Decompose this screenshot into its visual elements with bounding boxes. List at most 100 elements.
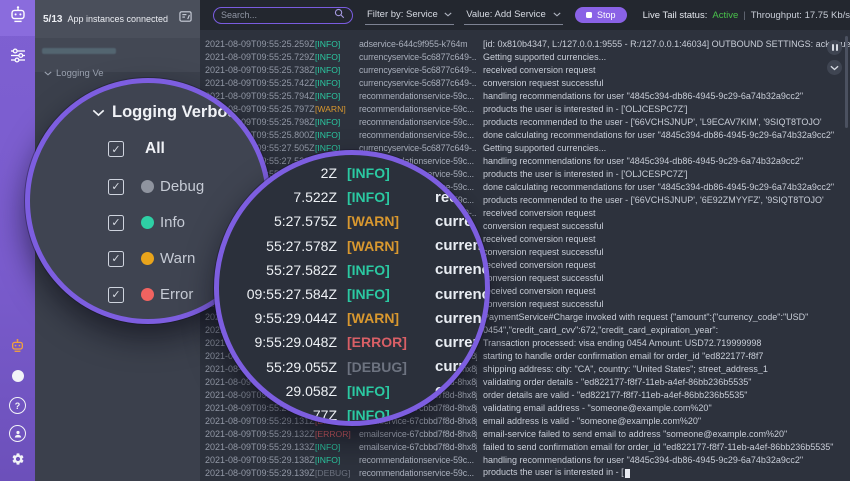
log-message: products the user is interested in - ['O… [477, 104, 850, 114]
magnified-level: [INFO] [337, 189, 435, 205]
checkbox[interactable]: ✓ [108, 141, 124, 157]
scroll-to-bottom-button[interactable] [827, 60, 842, 75]
log-message: conversion request successful [477, 273, 850, 283]
level-dot-icon [141, 180, 154, 193]
magnified-service: currencys [435, 213, 490, 230]
magnified-log-row: 55:27.582Z[INFO]currencyserv [219, 258, 490, 282]
sidebar-item-filters[interactable] [0, 48, 35, 68]
log-service: recommendationservice-59c... [359, 104, 477, 114]
stop-button[interactable]: Stop [575, 7, 627, 23]
log-row: 2021-08-09T09:55:27.505Z[INFO]currencyse… [200, 141, 850, 154]
magnified-level: [WARN] [337, 310, 435, 326]
log-row: 2021-08-09T09:55:25.794Z[INFO]recommenda… [200, 89, 850, 102]
level-dot-icon [141, 216, 154, 229]
log-row: 2021-08-09T09:55:25.729Z[INFO]currencyse… [200, 50, 850, 63]
magnified-level: [INFO] [337, 407, 435, 423]
log-level: [INFO] [315, 39, 359, 49]
magnified-log-row: 09:55:27.584Z[INFO]currencyserv [219, 282, 490, 306]
sidebar-item-account[interactable] [0, 425, 35, 442]
search-box [213, 7, 353, 24]
log-message: received conversion request [477, 65, 850, 75]
log-message: validating email address - "someone@exam… [477, 403, 850, 413]
log-row: 2021-08-09T09:55:25.738Z[INFO]currencyse… [200, 63, 850, 76]
chevron-down-icon [92, 109, 105, 117]
app-sidebar: ? [0, 0, 35, 481]
magnified-timestamp: 55:29.055Z [219, 359, 337, 375]
log-magnifier-circle: 2Z[INFO]7.522Z[INFO]recom5:27.575Z[WARN]… [214, 150, 490, 426]
log-message: done calculating recommendations for use… [477, 182, 850, 192]
magnified-timestamp: 9:55:29.044Z [219, 310, 337, 326]
chevron-down-icon [830, 65, 839, 71]
log-service: adservice-644c9f955-k764m [359, 39, 477, 49]
log-message: PaymentService#Charge invoked with reque… [477, 312, 850, 322]
magnified-level: [INFO] [337, 286, 435, 302]
log-service: currencyservice-5c6877c649-... [359, 78, 477, 88]
log-service: recommendationservice-59c... [359, 130, 477, 140]
log-message: failed to send confirmation email for or… [477, 442, 850, 452]
filter-by-label: Filter by: Service [367, 9, 438, 20]
log-row: 2021-08-09T09:55:25.259Z[INFO]adservice-… [200, 37, 850, 50]
log-timestamp: 2021-08-09T09:55:25.729Z [205, 52, 315, 62]
verbosity-item-info: ✓Info [108, 214, 185, 231]
pause-icon [832, 44, 838, 51]
magnified-service: currencyserv [435, 261, 490, 278]
live-tail-label: Live Tail status: [643, 10, 708, 21]
log-service: currencyservice-5c6877c649-... [359, 65, 477, 75]
log-timestamp: 2021-08-09T09:55:29.139Z [205, 468, 315, 478]
board-edit-icon[interactable] [179, 10, 192, 28]
level-dot-icon [141, 252, 154, 265]
live-tail-log-viewer: ? 5/13 App instances connected [0, 0, 850, 481]
magnified-service: currencyse [435, 237, 490, 254]
log-level: [INFO] [315, 78, 359, 88]
sidebar-item-status[interactable] [0, 370, 35, 382]
log-timestamp: 2021-08-09T09:55:25.742Z [205, 78, 315, 88]
search-input[interactable] [221, 10, 334, 20]
log-message: done calculating recommendations for use… [477, 130, 850, 140]
gear-icon [11, 452, 25, 471]
throughput-value: Throughput: 17.75 Kb/s [751, 10, 850, 21]
magnified-service: pa [435, 407, 490, 424]
magnified-log-row: 9:55:29.044Z[WARN]currencyser [219, 306, 490, 330]
magnified-timestamp: 5:27.575Z [219, 213, 337, 229]
magnified-level: [DEBUG] [337, 359, 435, 375]
robot-logo-icon [8, 5, 28, 31]
magnified-timestamp: 55:27.582Z [219, 262, 337, 278]
checkbox[interactable]: ✓ [108, 287, 124, 303]
instances-label: App instances connected [67, 14, 179, 24]
level-dot-icon [141, 288, 154, 301]
log-message: products recommended to the user - ['66V… [477, 117, 850, 127]
log-message: conversion request successful [477, 221, 850, 231]
log-message: conversion request successful [477, 299, 850, 309]
sidebar-item-help[interactable]: ? [0, 397, 35, 414]
log-level: [INFO] [315, 130, 359, 140]
verbosity-item-label: Debug [160, 178, 204, 195]
log-message: Getting supported currencies... [477, 52, 850, 62]
scrollbar-thumb[interactable] [845, 36, 848, 128]
sidebar-item-settings[interactable] [0, 452, 35, 471]
logging-verbosity-section-toggle[interactable]: Logging Ve [44, 68, 104, 79]
checkbox[interactable]: ✓ [108, 251, 124, 267]
log-message: order details are valid - "ed822177-f8f7… [477, 390, 850, 400]
magnified-timestamp: 55:27.578Z [219, 238, 337, 254]
magnified-level: [WARN] [337, 213, 435, 229]
sidebar-item-logs[interactable] [0, 0, 35, 36]
magnified-log-row: 7.522Z[INFO]recom [219, 185, 490, 209]
filter-by-dropdown[interactable]: Filter by: Service [365, 6, 454, 25]
magnified-service: currencys [435, 358, 490, 375]
checkbox[interactable]: ✓ [108, 179, 124, 195]
magnified-level: [INFO] [337, 383, 435, 399]
value-dropdown[interactable]: Value: Add Service [464, 6, 563, 25]
sidebar-item-bot[interactable] [0, 338, 35, 360]
magnified-log-row: 5:27.575Z[WARN]currencys [219, 209, 490, 233]
log-level: [WARN] [315, 104, 359, 114]
verbosity-item-label: Warn [160, 250, 195, 267]
log-message: received conversion request [477, 260, 850, 270]
log-row: 2021-08-09T09:55:25.742Z[INFO]currencyse… [200, 76, 850, 89]
log-message: conversion request successful [477, 247, 850, 257]
log-message: starting to handle order confirmation em… [477, 351, 850, 361]
magnified-log-row: 2Z[INFO] [219, 161, 490, 185]
checkbox[interactable]: ✓ [108, 215, 124, 231]
pause-scroll-button[interactable] [827, 40, 842, 55]
magnified-timestamp: 9:55:29.048Z [219, 334, 337, 350]
log-timestamp: 2021-08-09T09:55:25.794Z [205, 91, 315, 101]
